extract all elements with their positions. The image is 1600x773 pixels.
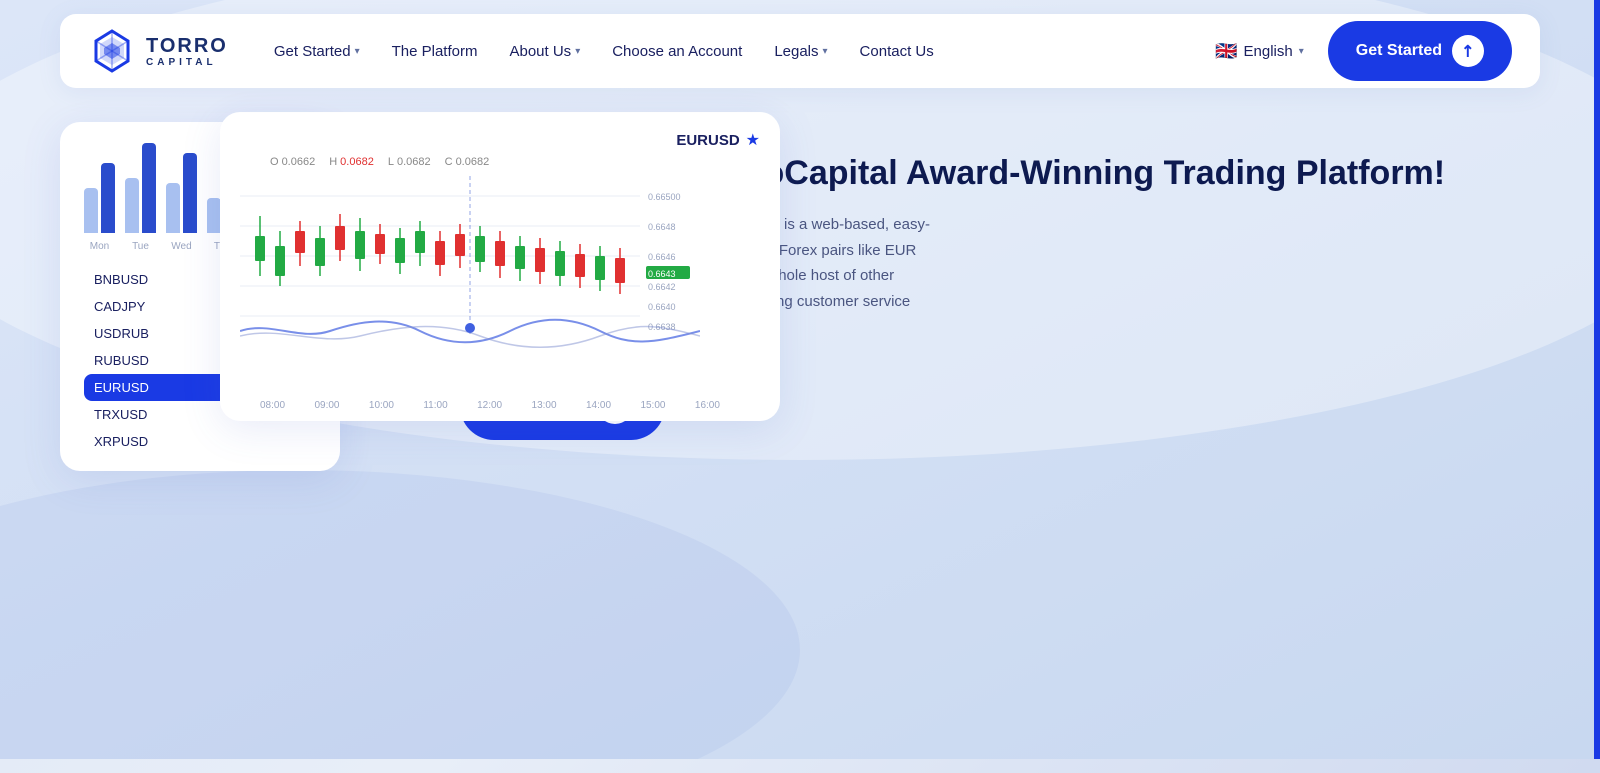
logo-torro: TORRO	[146, 35, 228, 57]
svg-text:0.66500: 0.66500	[648, 192, 681, 202]
ohlc-low: L 0.0682	[388, 156, 431, 168]
bar-group-wed: Wed	[166, 153, 197, 252]
chart-widget-area: Mon Tue	[60, 122, 380, 471]
nav-item-platform[interactable]: The Platform	[378, 35, 492, 68]
main-chart-card: EURUSD ★ O 0.0662 H 0.0682 L 0.0682	[220, 112, 780, 421]
star-icon[interactable]: ★	[746, 130, 760, 150]
svg-text:0.6643: 0.6643	[648, 269, 676, 279]
nav-item-about[interactable]: About Us ▾	[495, 35, 594, 68]
logo-icon	[88, 27, 136, 75]
chevron-down-icon: ▾	[1299, 46, 1304, 57]
flag-icon: 🇬🇧	[1215, 41, 1237, 62]
svg-text:0.6646: 0.6646	[648, 252, 676, 262]
nav-item-legals[interactable]: Legals ▾	[760, 35, 841, 68]
chart-header: EURUSD ★	[240, 130, 760, 150]
time-labels: 08:00 09:00 10:00 11:00 12:00 13:00 14:0…	[240, 396, 760, 411]
logo-capital: CAPITAL	[146, 57, 228, 68]
svg-text:0.6648: 0.6648	[648, 222, 676, 232]
ohlc-high: H 0.0682	[329, 156, 374, 168]
chevron-down-icon: ▾	[575, 46, 580, 57]
navbar: TORRO CAPITAL Get Started ▾ The Platform…	[60, 14, 1540, 88]
logo[interactable]: TORRO CAPITAL	[88, 27, 228, 75]
nav-item-choose-account[interactable]: Choose an Account	[598, 35, 756, 68]
get-started-button[interactable]: Get Started ↗	[1328, 21, 1512, 81]
hero-section: Mon Tue	[0, 102, 1600, 471]
nav-item-get-started[interactable]: Get Started ▾	[260, 35, 374, 68]
chart-symbol: EURUSD	[676, 132, 739, 149]
svg-text:0.6640: 0.6640	[648, 302, 676, 312]
candlestick-area: 0.66500 0.6648 0.6646 0.6643 0.6642 0.66…	[240, 176, 760, 396]
nav-item-contact[interactable]: Contact Us	[846, 35, 948, 68]
ohlc-open: O 0.0662	[270, 156, 315, 168]
chevron-down-icon: ▾	[355, 46, 360, 57]
ticker-xrpusd[interactable]: XRPUSD	[84, 428, 316, 455]
candlestick-svg: 0.66500 0.6648 0.6646 0.6643 0.6642 0.66…	[240, 176, 700, 356]
bar-group-mon: Mon	[84, 163, 115, 252]
ohlc-close: C 0.0682	[445, 156, 490, 168]
ohlc-bar: O 0.0662 H 0.0682 L 0.0682 C 0.0682	[270, 156, 760, 168]
language-selector[interactable]: 🇬🇧 English ▾	[1201, 33, 1318, 70]
chevron-down-icon: ▾	[823, 46, 828, 57]
svg-text:0.6642: 0.6642	[648, 282, 676, 292]
bar-group-tue: Tue	[125, 143, 156, 252]
nav-links: Get Started ▾ The Platform About Us ▾ Ch…	[260, 35, 1201, 68]
nav-right: 🇬🇧 English ▾ Get Started ↗	[1201, 21, 1512, 81]
arrow-circle-icon: ↗	[1452, 35, 1484, 67]
